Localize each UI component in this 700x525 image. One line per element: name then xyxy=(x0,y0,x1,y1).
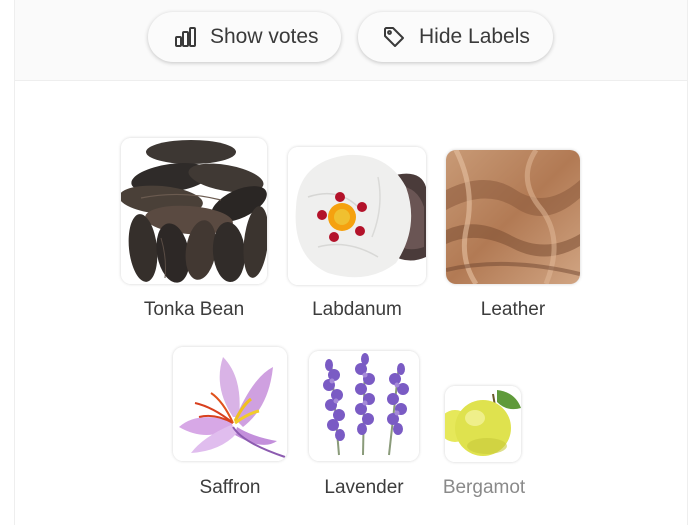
notes-grid: Tonka Bean Labdanum Leather Saffron Lave… xyxy=(15,81,687,525)
bar-chart-icon xyxy=(172,24,198,50)
saffron-flower-photo xyxy=(173,347,287,461)
toolbar: Show votes Hide Labels xyxy=(15,0,687,81)
lavender-photo xyxy=(309,351,419,461)
hide-labels-button[interactable]: Hide Labels xyxy=(358,12,553,62)
note-label: Bergamot xyxy=(442,477,526,498)
labdanum-flower-photo xyxy=(288,147,426,285)
tag-icon xyxy=(381,24,407,50)
leather-photo xyxy=(446,150,580,284)
hide-labels-label: Hide Labels xyxy=(419,25,530,48)
show-votes-button[interactable]: Show votes xyxy=(148,12,341,62)
notes-panel: Show votes Hide Labels Tonka Bean Labdan… xyxy=(14,0,688,525)
note-label: Leather xyxy=(480,299,546,320)
show-votes-label: Show votes xyxy=(210,25,319,48)
tonka-bean-photo xyxy=(121,138,267,284)
bergamot-fruit-photo xyxy=(445,386,521,462)
